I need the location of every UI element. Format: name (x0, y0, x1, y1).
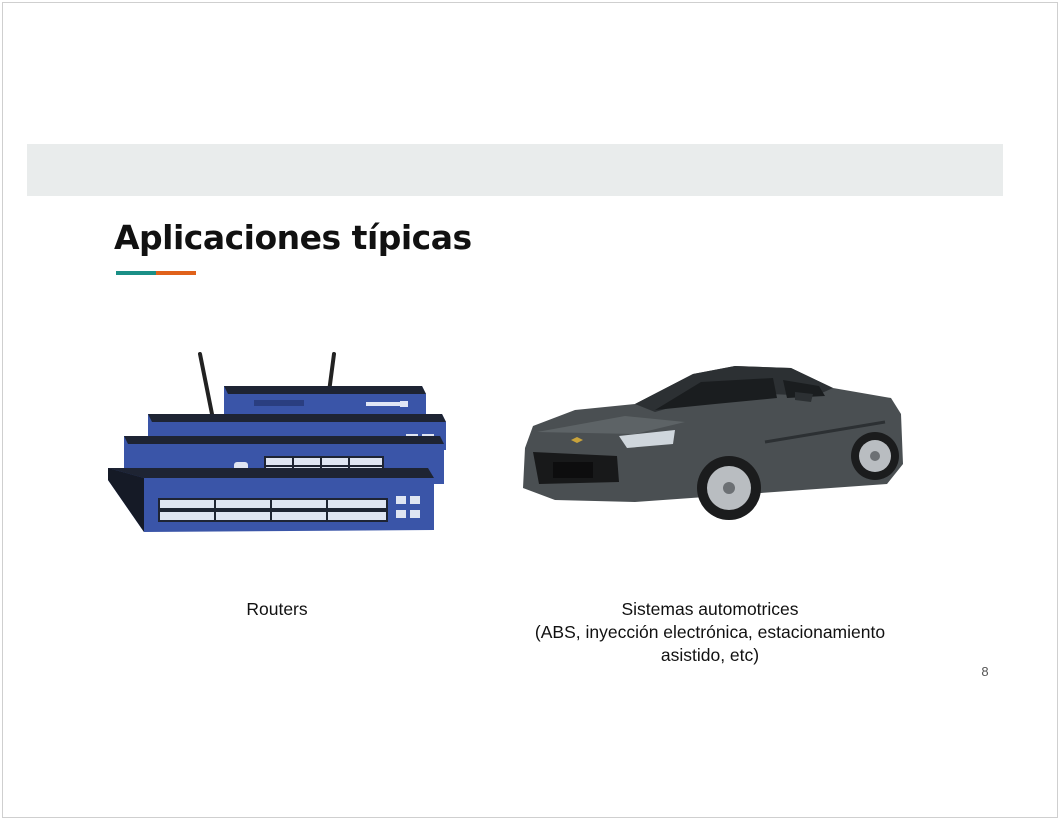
page-number: 8 (981, 664, 989, 679)
header-band (27, 144, 1003, 196)
router-stack-image (108, 352, 446, 532)
automotive-caption-line-3: asistido, etc) (660, 645, 760, 665)
routers-caption: Routers (246, 599, 308, 619)
automotive-caption-line-1: Sistemas automotrices (621, 599, 799, 619)
automotive-caption: Sistemas automotrices (ABS, inyección el… (500, 598, 920, 667)
slide-title: Aplicaciones típicas (114, 218, 472, 257)
title-underline-orange (156, 271, 196, 275)
automotive-caption-line-2: (ABS, inyección electrónica, estacionami… (534, 622, 886, 642)
car-image (523, 366, 903, 520)
title-underline-teal (116, 271, 156, 275)
